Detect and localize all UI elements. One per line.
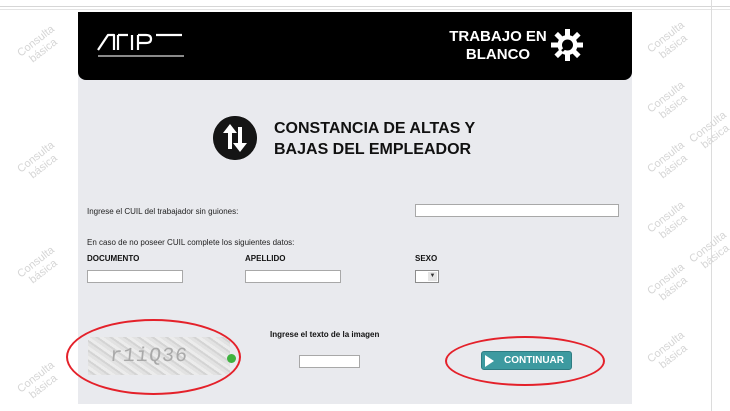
scrollbar-edge <box>711 0 712 411</box>
button-highlight-circle <box>445 336 605 386</box>
captcha-highlight-circle <box>66 319 241 395</box>
alt-data-label: En caso de no poseer CUIL complete los s… <box>87 238 295 247</box>
apellido-input[interactable] <box>245 270 341 283</box>
watermark: Consulta básica <box>645 261 690 304</box>
watermark: Consulta básica <box>15 359 60 402</box>
cuil-label: Ingrese el CUIL del trabajador sin guion… <box>87 207 239 216</box>
chevron-down-icon: ▼ <box>428 272 437 281</box>
browser-top-rule <box>0 6 730 7</box>
up-down-arrows-icon <box>213 116 257 160</box>
watermark: Consulta básica <box>645 329 690 372</box>
watermark: Consulta básica <box>687 109 730 152</box>
watermark: Consulta básica <box>645 139 690 182</box>
watermark: Consulta básica <box>687 229 730 272</box>
page-title: CONSTANCIA DE ALTAS Y BAJAS DEL EMPLEADOR <box>274 120 476 158</box>
watermark: Consulta básica <box>15 139 60 182</box>
watermark: Consulta básica <box>645 199 690 242</box>
gear-wrench-icon <box>551 29 583 61</box>
sexo-select[interactable]: ▼ <box>415 270 439 283</box>
documento-label: DOCUMENTO <box>87 254 140 263</box>
cuil-input[interactable] <box>415 204 619 217</box>
browser-top-rule-2 <box>0 9 730 10</box>
watermark: Consulta básica <box>645 19 690 62</box>
captcha-label: Ingrese el texto de la imagen <box>270 330 380 339</box>
sexo-label: SEXO <box>415 254 438 263</box>
captcha-input[interactable] <box>299 355 360 368</box>
watermark: Consulta básica <box>15 23 60 66</box>
trabajo-en-blanco-badge: TRABAJO EN BLANCO <box>449 28 547 63</box>
watermark: Consulta básica <box>645 79 690 122</box>
afip-logo <box>97 33 184 57</box>
apellido-label: APELLIDO <box>245 254 286 263</box>
watermark: Consulta básica <box>15 244 60 287</box>
documento-input[interactable] <box>87 270 183 283</box>
